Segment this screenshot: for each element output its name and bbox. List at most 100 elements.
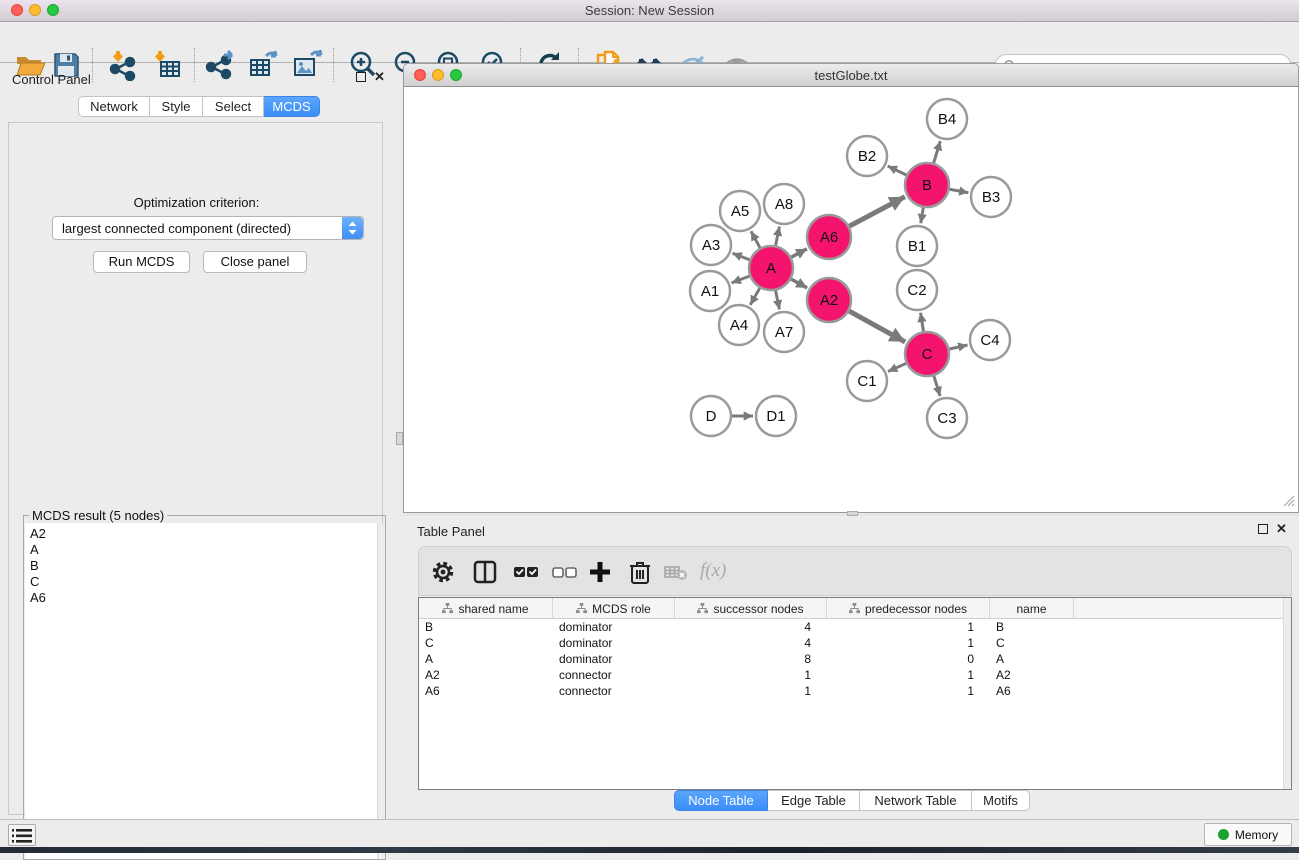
tab-mcds[interactable]: MCDS: [264, 96, 320, 117]
svg-text:C3: C3: [937, 410, 956, 427]
table-cell[interactable]: A6: [419, 683, 553, 699]
table-cell[interactable]: 1: [827, 619, 990, 635]
show-columns-icon[interactable]: [471, 558, 499, 586]
table-row[interactable]: Bdominator41B: [419, 619, 1291, 635]
mcds-result-item[interactable]: B: [25, 558, 385, 574]
function-builder-icon[interactable]: f(x): [700, 560, 726, 582]
graph-node-C2[interactable]: C2: [897, 270, 937, 310]
tab-select[interactable]: Select: [203, 96, 264, 117]
network-canvas[interactable]: B4 B2 B B3 A8A5 A6 A3 B1 A A1 C2 A2 A4A7 C4 C C1 D D1 C3: [403, 87, 1299, 513]
table-row[interactable]: Adominator80A: [419, 651, 1291, 667]
graph-node-B3[interactable]: B3: [971, 177, 1011, 217]
table-row[interactable]: A6connector11A6: [419, 683, 1291, 699]
tab-network[interactable]: Network: [78, 96, 150, 117]
column-header-successor-nodes[interactable]: successor nodes: [675, 598, 827, 619]
edge-A-A1: [732, 276, 750, 283]
tab-node-table[interactable]: Node Table: [674, 790, 768, 811]
table-cell[interactable]: A2: [419, 667, 553, 683]
mcds-result-item[interactable]: A6: [25, 590, 385, 606]
graph-node-D[interactable]: D: [691, 396, 731, 436]
close-table-panel-icon[interactable]: ✕: [1276, 524, 1287, 534]
graph-node-A6[interactable]: A6: [807, 215, 851, 259]
table-cell[interactable]: dominator: [553, 651, 675, 667]
deselect-all-columns-icon[interactable]: [550, 558, 578, 586]
table-row[interactable]: A2connector11A2: [419, 667, 1291, 683]
table-cell[interactable]: 1: [827, 683, 990, 699]
graph-node-C1[interactable]: C1: [847, 361, 887, 401]
graph-node-A[interactable]: A: [749, 246, 793, 290]
create-column-icon[interactable]: [586, 558, 614, 586]
delete-column-icon[interactable]: [626, 558, 654, 586]
graph-node-B1[interactable]: B1: [897, 226, 937, 266]
table-cell[interactable]: connector: [553, 683, 675, 699]
column-header-MCDS-role[interactable]: MCDS role: [553, 598, 675, 619]
mcds-result-item[interactable]: A: [25, 542, 385, 558]
graph-node-A2[interactable]: A2: [807, 278, 851, 322]
table-cell[interactable]: dominator: [553, 619, 675, 635]
graph-node-A5[interactable]: A5: [720, 191, 760, 231]
graph-node-C3[interactable]: C3: [927, 398, 967, 438]
table-cell[interactable]: C: [990, 635, 1074, 651]
table-row[interactable]: Cdominator41C: [419, 635, 1291, 651]
table-cell[interactable]: 1: [827, 635, 990, 651]
mcds-result-list: A2ABCA6: [25, 523, 385, 859]
memory-status-icon: [1218, 829, 1229, 840]
close-panel-icon[interactable]: ✕: [374, 72, 385, 82]
tab-motifs[interactable]: Motifs: [972, 790, 1030, 811]
network-view-window: testGlobe.txt B4B2BB3A8A5A6A3B1AA1C2A2A4…: [403, 63, 1299, 516]
graph-node-A7[interactable]: A7: [764, 312, 804, 352]
table-cell[interactable]: A: [419, 651, 553, 667]
table-scrollbar[interactable]: [1283, 598, 1291, 790]
criterion-dropdown[interactable]: largest connected component (directed): [52, 216, 364, 240]
select-all-columns-icon[interactable]: [512, 558, 540, 586]
mcds-result-item[interactable]: A2: [25, 523, 385, 542]
graph-node-B[interactable]: B: [905, 163, 949, 207]
column-header-shared-name[interactable]: shared name: [419, 598, 553, 619]
tab-style[interactable]: Style: [150, 96, 203, 117]
graph-node-A8[interactable]: A8: [764, 184, 804, 224]
table-cell[interactable]: 8: [675, 651, 827, 667]
table-cell[interactable]: B: [419, 619, 553, 635]
float-table-panel-icon[interactable]: [1258, 524, 1268, 534]
table-options-gear-icon[interactable]: [429, 558, 457, 586]
table-cell[interactable]: 1: [827, 667, 990, 683]
horizontal-split-handle[interactable]: [396, 432, 403, 445]
tab-network-table[interactable]: Network Table: [860, 790, 972, 811]
memory-button[interactable]: Memory: [1204, 823, 1292, 846]
graph-node-C4[interactable]: C4: [970, 320, 1010, 360]
table-cell[interactable]: A: [990, 651, 1074, 667]
table-cell[interactable]: 4: [675, 635, 827, 651]
graph-node-A4[interactable]: A4: [719, 305, 759, 345]
tab-edge-table[interactable]: Edge Table: [768, 790, 860, 811]
close-panel-button[interactable]: Close panel: [203, 251, 307, 273]
table-cell[interactable]: A2: [990, 667, 1074, 683]
delete-table-icon-disabled[interactable]: [662, 558, 690, 586]
main-toolbar: [0, 22, 1299, 63]
graph-node-A3[interactable]: A3: [691, 225, 731, 265]
table-cell[interactable]: A6: [990, 683, 1074, 699]
graph-node-D1[interactable]: D1: [756, 396, 796, 436]
table-cell[interactable]: C: [419, 635, 553, 651]
table-cell[interactable]: 0: [827, 651, 990, 667]
graph-node-B4[interactable]: B4: [927, 99, 967, 139]
column-header-name[interactable]: name: [990, 598, 1074, 619]
table-cell[interactable]: 1: [675, 667, 827, 683]
resize-grip-icon[interactable]: [1281, 493, 1295, 507]
graph-node-A1[interactable]: A1: [690, 271, 730, 311]
table-cell[interactable]: 4: [675, 619, 827, 635]
scrollbar[interactable]: [377, 523, 385, 859]
run-mcds-button[interactable]: Run MCDS: [93, 251, 190, 273]
mcds-result-item[interactable]: C: [25, 574, 385, 590]
float-panel-icon[interactable]: [356, 72, 366, 82]
graph-node-C[interactable]: C: [905, 332, 949, 376]
edge-A6-B: [849, 197, 905, 227]
table-cell[interactable]: 1: [675, 683, 827, 699]
mcds-result-title: MCDS result (5 nodes): [29, 508, 167, 523]
task-history-button[interactable]: [8, 824, 36, 846]
table-cell[interactable]: dominator: [553, 635, 675, 651]
graph-node-B2[interactable]: B2: [847, 136, 887, 176]
table-cell[interactable]: connector: [553, 667, 675, 683]
table-cell[interactable]: B: [990, 619, 1074, 635]
svg-text:D: D: [706, 408, 717, 425]
column-header-predecessor-nodes[interactable]: predecessor nodes: [827, 598, 990, 619]
